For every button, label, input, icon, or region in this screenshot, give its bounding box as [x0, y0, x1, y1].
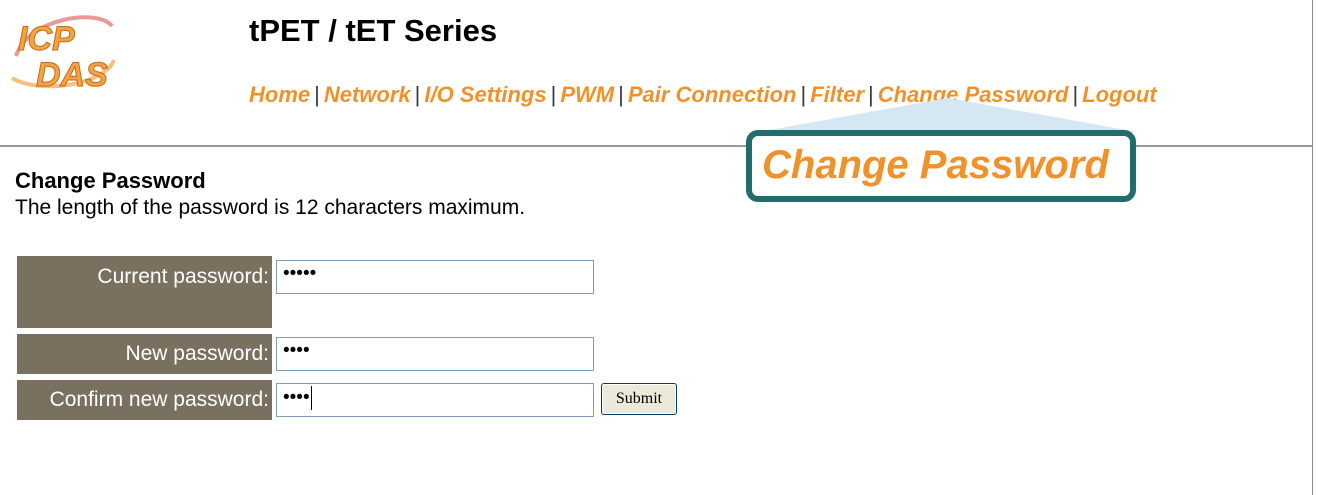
nav-home[interactable]: Home [249, 82, 310, 107]
icp-das-logo: ICP DAS [10, 15, 116, 95]
section-title: Change Password [15, 168, 206, 193]
new-password-value: •••• [283, 340, 310, 361]
confirm-password-value: •••• [283, 387, 310, 409]
submit-button[interactable]: Submit [601, 383, 677, 415]
svg-text:ICP: ICP [18, 20, 75, 58]
svg-text:DAS: DAS [36, 56, 108, 94]
nav-separator: | [414, 82, 421, 107]
nav-io-settings[interactable]: I/O Settings [424, 82, 546, 107]
current-password-field[interactable]: ••••• [276, 260, 594, 294]
callout-box: Change Password [746, 130, 1136, 202]
nav-separator: | [618, 82, 624, 107]
confirm-password-field[interactable]: •••• [276, 383, 594, 417]
nav-pwm[interactable]: PWM [560, 82, 614, 107]
nav-separator: | [314, 82, 320, 107]
current-password-label: Current password: [17, 256, 272, 328]
new-password-field[interactable]: •••• [276, 337, 594, 371]
page-title: tPET / tET Series [249, 13, 498, 48]
text-caret [310, 386, 312, 410]
callout-pointer [758, 98, 1138, 132]
nav-network[interactable]: Network [324, 82, 411, 107]
section-description: The length of the password is 12 charact… [15, 196, 526, 219]
callout-text: Change Password [762, 143, 1109, 187]
current-password-value: ••••• [283, 263, 317, 284]
right-border [1312, 0, 1313, 495]
confirm-password-label: Confirm new password: [17, 380, 272, 420]
nav-separator: | [550, 82, 557, 107]
new-password-label: New password: [17, 334, 272, 374]
